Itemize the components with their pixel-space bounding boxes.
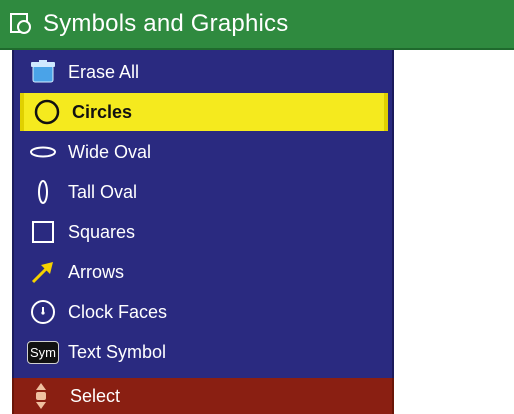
wide-oval-icon (26, 137, 60, 167)
menu-item-label: Arrows (68, 261, 125, 282)
text-symbol-icon-text: Sym (27, 340, 59, 364)
up-down-select-icon (36, 383, 46, 409)
page-title: Symbols and Graphics (43, 10, 289, 37)
menu-item-squares[interactable]: Squares (20, 213, 388, 251)
menu-item-wide-oval[interactable]: Wide Oval (20, 133, 388, 171)
menu-item-clock-faces[interactable]: Clock Faces (20, 293, 388, 331)
menu-item-label: Squares (68, 221, 136, 242)
symbols-graphics-icon (10, 13, 31, 34)
menu-item-arrows[interactable]: Arrows (20, 253, 388, 291)
text-symbol-icon: Sym (26, 337, 60, 367)
symbols-menu: Erase All Circles Wide Oval Tall Oval Sq… (12, 50, 394, 378)
arrow-icon (26, 257, 60, 287)
menu-item-label: Erase All (68, 61, 140, 82)
circle-icon (30, 97, 64, 127)
title-bar: Symbols and Graphics (0, 0, 514, 50)
menu-item-label: Tall Oval (68, 181, 138, 202)
menu-item-label: Circles (72, 101, 133, 122)
square-icon (26, 217, 60, 247)
tall-oval-icon (26, 177, 60, 207)
erase-all-icon (26, 57, 60, 87)
menu-item-label: Text Symbol (68, 341, 167, 362)
menu-item-label: Clock Faces (68, 301, 168, 322)
menu-item-tall-oval[interactable]: Tall Oval (20, 173, 388, 211)
menu-item-label: Wide Oval (68, 141, 152, 162)
clock-face-icon (26, 297, 60, 327)
status-label: Select (70, 385, 121, 406)
status-bar: Select (12, 378, 394, 414)
menu-item-circles[interactable]: Circles (20, 93, 388, 131)
menu-item-erase-all[interactable]: Erase All (20, 53, 388, 91)
menu-item-text-symbol[interactable]: Sym Text Symbol (20, 333, 388, 371)
